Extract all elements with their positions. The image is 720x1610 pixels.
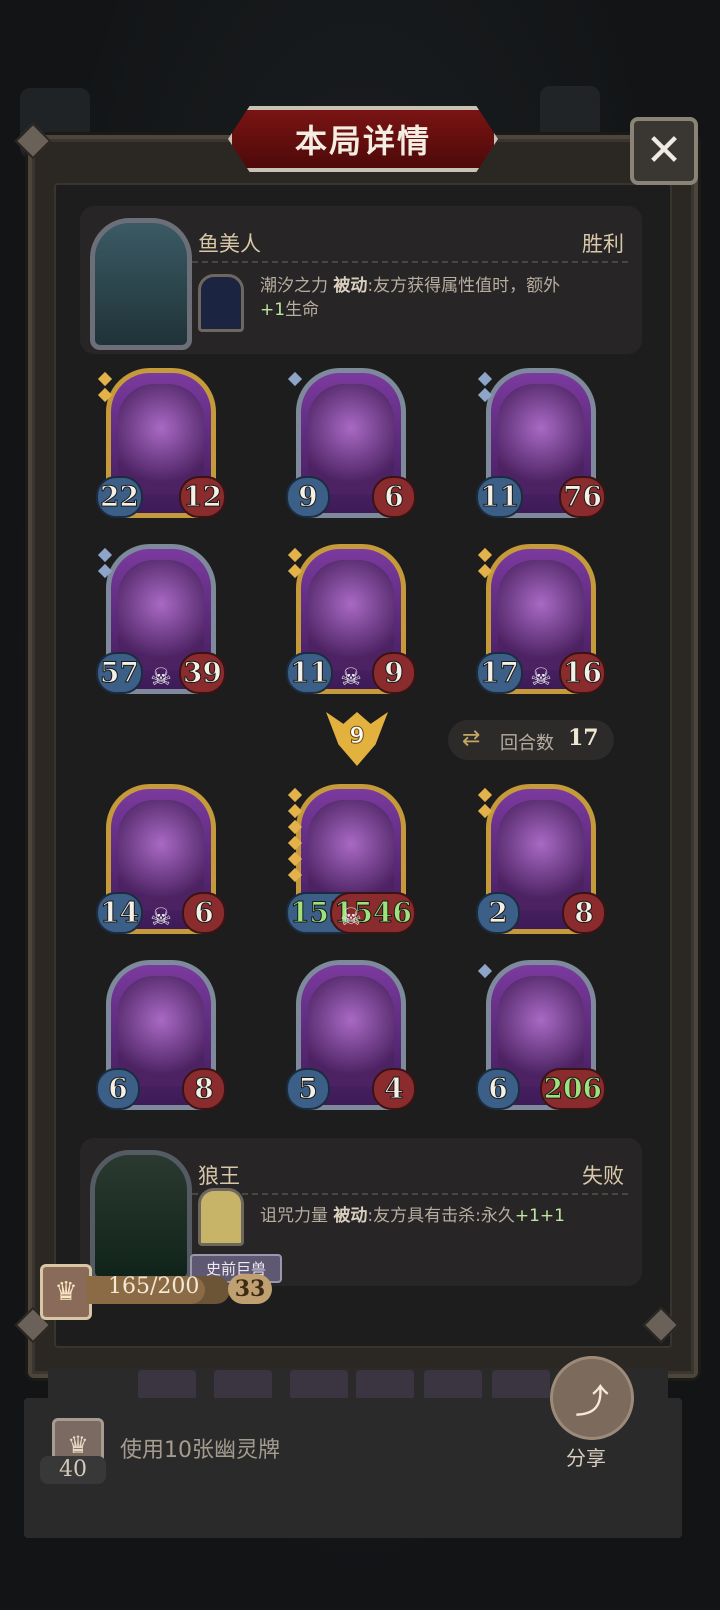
tier-pip xyxy=(97,547,113,563)
attack-stat: 2 xyxy=(476,892,520,934)
xp-text: 165/200 xyxy=(108,1274,200,1299)
minion-art xyxy=(308,976,394,1086)
health-stat: 39 xyxy=(179,652,226,694)
winner-minion-card[interactable]: 11 9 ☠ xyxy=(286,544,416,704)
strip-card xyxy=(356,1370,414,1400)
loser-skill-icon[interactable] xyxy=(198,1188,244,1246)
level-badge: 33 xyxy=(228,1274,272,1304)
attack-stat: 11 xyxy=(286,652,333,694)
winner-hero-name: 鱼美人 xyxy=(198,232,261,256)
rounds-label: 回合数 xyxy=(500,733,554,754)
skull-icon: ☠ xyxy=(150,663,172,691)
tier-pip xyxy=(287,371,303,387)
skill-name: 潮汐之力 xyxy=(260,276,328,296)
health-stat: 8 xyxy=(182,1068,226,1110)
tier-pip xyxy=(97,371,113,387)
share-label: 分享 xyxy=(566,1446,606,1470)
loser-minion-card[interactable]: 28 xyxy=(476,784,606,944)
skull-icon: ☠ xyxy=(150,903,172,931)
loser-minion-card[interactable]: 54 xyxy=(286,960,416,1120)
health-stat: 9 xyxy=(372,652,416,694)
loser-summary: 狼王 失败 诅咒力量 被动:友方具有击杀:永久+1+1 史前巨兽 xyxy=(80,1138,642,1286)
attack-stat: 11 xyxy=(476,476,523,518)
quest-text: 使用10张幽灵牌 xyxy=(120,1438,280,1463)
skill-desc: :友方具有击杀:永久 xyxy=(367,1206,515,1226)
health-stat: 16 xyxy=(559,652,606,694)
loser-result: 失败 xyxy=(582,1164,624,1188)
rounds-counter: ⇄ 回合数 17 xyxy=(448,720,614,760)
attack-stat: 57 xyxy=(96,652,143,694)
health-stat: 6 xyxy=(372,476,416,518)
loser-hero-portrait[interactable] xyxy=(90,1150,192,1282)
health-stat: 4 xyxy=(372,1068,416,1110)
winner-skill-description: 潮汐之力 被动:友方获得属性值时，额外 +1生命 xyxy=(260,274,622,322)
winner-minion-card[interactable]: 57 39 ☠ xyxy=(96,544,226,704)
swap-icon: ⇄ xyxy=(462,726,481,751)
loser-skill-description: 诅咒力量 被动:友方具有击杀:永久+1+1 xyxy=(260,1204,622,1228)
tier-pip xyxy=(477,371,493,387)
close-icon: ✕ xyxy=(645,125,683,176)
health-stat: 206 xyxy=(539,1068,606,1110)
health-stat: 6 xyxy=(182,892,226,934)
minion-art xyxy=(308,384,394,494)
crown-icon: ♛ xyxy=(40,1264,92,1320)
divider xyxy=(192,261,628,263)
skill-name: 诅咒力量 xyxy=(260,1206,328,1226)
winner-skill-icon[interactable] xyxy=(198,274,244,332)
skull-icon: ☠ xyxy=(530,663,552,691)
skill-type: 被动 xyxy=(333,276,368,296)
skull-icon: ☠ xyxy=(340,903,362,931)
strip-card xyxy=(290,1370,348,1400)
health-stat: 76 xyxy=(559,476,606,518)
winner-minion-card[interactable]: 22 12 xyxy=(96,368,226,528)
skill-bonus: +1 xyxy=(260,300,286,320)
attack-stat: 5 xyxy=(286,1068,330,1110)
winner-minion-card[interactable]: 11 76 xyxy=(476,368,606,528)
title-banner: 本局详情 xyxy=(228,106,498,172)
close-button[interactable]: ✕ xyxy=(630,117,698,185)
attack-stat: 6 xyxy=(96,1068,140,1110)
loser-minion-card[interactable]: 14 6 ☠ xyxy=(96,784,226,944)
health-stat: 12 xyxy=(179,476,226,518)
attack-stat: 17 xyxy=(476,652,523,694)
skill-desc: :友方获得属性值时，额外 xyxy=(367,276,561,296)
strip-card xyxy=(214,1370,272,1400)
strip-card xyxy=(424,1370,482,1400)
turn-marker-value: 9 xyxy=(349,723,365,749)
share-button[interactable]: ⤴ xyxy=(550,1356,634,1440)
page-title: 本局详情 xyxy=(294,122,431,160)
strip-card xyxy=(492,1370,550,1400)
winner-minion-card[interactable]: 96 xyxy=(286,368,416,528)
tier-pip xyxy=(477,963,493,979)
rounds-value: 17 xyxy=(568,725,599,751)
loser-hero-name: 狼王 xyxy=(198,1164,240,1188)
loser-minion-card[interactable]: 68 xyxy=(96,960,226,1120)
minion-art xyxy=(118,976,204,1086)
tier-pip xyxy=(477,547,493,563)
tier-pip xyxy=(287,547,303,563)
skull-icon: ☠ xyxy=(340,663,362,691)
skill-bonus: +1+1 xyxy=(514,1206,565,1226)
winner-minion-card[interactable]: 17 16 ☠ xyxy=(476,544,606,704)
winner-result: 胜利 xyxy=(582,232,624,256)
health-stat: 8 xyxy=(562,892,606,934)
attack-stat: 9 xyxy=(286,476,330,518)
winner-hero-portrait[interactable] xyxy=(90,218,192,350)
attack-stat: 14 xyxy=(96,892,143,934)
loser-minion-card[interactable]: 6 206 xyxy=(476,960,606,1120)
tier-pip xyxy=(477,787,493,803)
strip-card xyxy=(138,1370,196,1400)
divider xyxy=(192,1193,628,1195)
skill-desc-2: 生命 xyxy=(285,300,320,320)
winner-summary: 鱼美人 胜利 潮汐之力 被动:友方获得属性值时，额外 +1生命 xyxy=(80,206,642,354)
tier-pip xyxy=(287,787,303,803)
attack-stat: 6 xyxy=(476,1068,520,1110)
share-icon: ⤴ xyxy=(575,1381,609,1422)
skill-type: 被动 xyxy=(333,1206,368,1226)
attack-stat: 22 xyxy=(96,476,143,518)
minion-art xyxy=(498,800,584,910)
loser-minion-card[interactable]: 1556 1546 ☠ xyxy=(286,784,416,944)
quest-badge-value: 40 xyxy=(40,1456,106,1484)
